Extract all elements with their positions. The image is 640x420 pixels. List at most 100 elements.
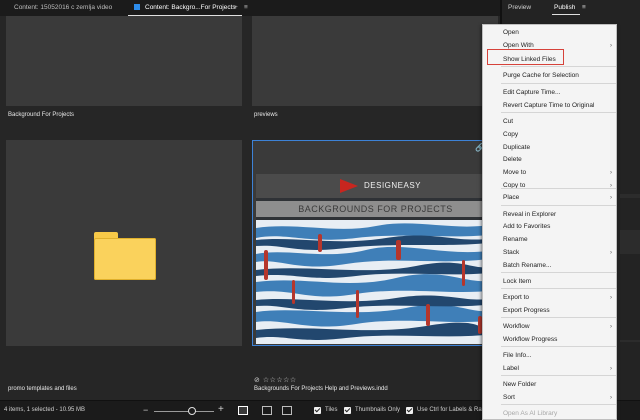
- item-tile-previews[interactable]: [252, 16, 498, 106]
- menu-item-label: Add to Favorites: [503, 223, 551, 230]
- menu-item-copy[interactable]: Copy: [483, 129, 616, 141]
- menu-item-label: Export Progress: [503, 307, 550, 314]
- panel-menu-button[interactable]: ≡: [582, 4, 586, 11]
- menu-separator: [501, 188, 616, 189]
- item-tile-indd-selected[interactable]: 🔗 DESIGNEASY BACKGROUNDS FOR PROJECTS: [252, 140, 498, 346]
- item-tile-background-folder[interactable]: [6, 16, 242, 106]
- menu-item-label: Stack: [503, 249, 520, 256]
- chevron-right-icon: ›: [610, 250, 612, 256]
- chevron-right-icon: ›: [610, 295, 612, 301]
- menu-item-label: Move to: [503, 169, 527, 176]
- menu-item-file-info[interactable]: File Info...: [483, 350, 616, 362]
- tiles-label: Tiles: [325, 407, 338, 413]
- item-tile-promo-folder[interactable]: [6, 140, 242, 346]
- menu-item-export-to[interactable]: Export to ›: [483, 292, 616, 304]
- slider-handle[interactable]: [188, 407, 197, 415]
- menu-item-workflow-progress[interactable]: Workflow Progress: [483, 334, 616, 346]
- thumbnail-logo-text: DESIGNEASY: [364, 181, 422, 190]
- active-tab-indicator: [552, 14, 580, 15]
- thumbnail-size-slider[interactable]: [154, 411, 214, 412]
- menu-item-copy-to[interactable]: Copy to ›: [483, 180, 616, 192]
- menu-item-delete[interactable]: Delete: [483, 154, 616, 166]
- tab-label: Content: 15052016 c zemlja video: [14, 4, 113, 11]
- hamburger-icon: ≡: [582, 4, 586, 11]
- menu-item-label: Open As AI Library: [503, 410, 558, 417]
- menu-item-label: Batch Rename...: [503, 262, 552, 269]
- chevron-right-icon: ›: [610, 170, 612, 176]
- reject-icon[interactable]: ⊘: [254, 377, 260, 384]
- menu-item-edit-capture-time[interactable]: Edit Capture Time...: [483, 87, 616, 99]
- menu-item-label: Lock Item: [503, 278, 532, 285]
- menu-item-lock-item[interactable]: Lock Item: [483, 276, 616, 288]
- menu-item-add-to-favorites[interactable]: Add to Favorites: [483, 221, 616, 233]
- menu-item-new-folder[interactable]: New Folder: [483, 379, 616, 391]
- tab-content-backgrounds[interactable]: Content: Backgro...For Projects: [128, 0, 242, 16]
- menu-item-label: Workflow: [503, 323, 530, 330]
- menu-item-label: Edit Capture Time...: [503, 89, 561, 96]
- menu-item-workflow[interactable]: Workflow ›: [483, 321, 616, 333]
- menu-item-label: Copy: [503, 131, 519, 138]
- thumbnail-artwork: [256, 220, 495, 344]
- tab-preview[interactable]: Preview: [508, 4, 531, 11]
- menu-item-revert-capture-time-to-original[interactable]: Revert Capture Time to Original: [483, 100, 616, 112]
- chevron-right-icon: ›: [610, 324, 612, 330]
- menu-item-move-to[interactable]: Move to ›: [483, 167, 616, 179]
- chevron-right-icon: ›: [610, 366, 612, 372]
- menu-separator: [501, 66, 616, 67]
- panel-divider-bar: [620, 340, 640, 342]
- menu-item-label: Rename: [503, 236, 528, 243]
- menu-item-export-progress[interactable]: Export Progress: [483, 305, 616, 317]
- chevron-right-icon: ›: [610, 183, 612, 189]
- rating-stars[interactable]: ⊘ ☆☆☆☆☆: [254, 376, 297, 384]
- menu-separator: [501, 317, 616, 318]
- item-label: promo templates and files: [8, 386, 77, 392]
- menu-item-duplicate[interactable]: Duplicate: [483, 142, 616, 154]
- menu-separator: [501, 112, 616, 113]
- menu-item-open[interactable]: Open: [483, 27, 616, 39]
- status-summary: 4 items, 1 selected - 10.95 MB: [4, 407, 86, 413]
- star-rating[interactable]: ☆☆☆☆☆: [263, 377, 297, 384]
- menu-item-stack[interactable]: Stack ›: [483, 247, 616, 259]
- menu-item-label: Open With: [503, 42, 534, 49]
- menu-item-rename[interactable]: Rename: [483, 234, 616, 246]
- item-label: previews: [254, 112, 278, 118]
- menu-item-label: Duplicate: [503, 144, 531, 151]
- panel-content-block: [620, 230, 640, 254]
- menu-item-label: Sort: [503, 394, 515, 401]
- details-view-icon[interactable]: [262, 406, 272, 415]
- menu-separator: [501, 83, 616, 84]
- chevron-right-icon: ›: [610, 195, 612, 201]
- item-label: Backgrounds For Projects Help and Previe…: [254, 386, 388, 392]
- grid-view-icon[interactable]: [238, 406, 248, 415]
- menu-item-label: Cut: [503, 118, 514, 125]
- menu-item-sort[interactable]: Sort ›: [483, 392, 616, 404]
- list-view-icon[interactable]: [282, 406, 292, 415]
- menu-item-batch-rename[interactable]: Batch Rename...: [483, 260, 616, 272]
- menu-separator: [501, 272, 616, 273]
- panel-divider-bar: [620, 194, 640, 198]
- menu-item-label: Export to: [503, 294, 530, 301]
- menu-item-label: Place: [503, 194, 520, 201]
- zoom-out-button[interactable]: −: [143, 405, 148, 415]
- ctrl-labels-checkbox[interactable]: [406, 407, 413, 414]
- tab-menu-button[interactable]: ≡: [238, 0, 254, 16]
- chevron-right-icon: ›: [610, 395, 612, 401]
- annotation-highlight-box: [487, 49, 564, 65]
- zoom-in-button[interactable]: +: [218, 404, 224, 415]
- menu-separator: [501, 205, 616, 206]
- tab-publish[interactable]: Publish: [554, 4, 575, 11]
- tab-color-icon: [134, 4, 140, 10]
- ctrl-labels-label: Use Ctrl for Labels & Rati: [417, 407, 485, 413]
- chevron-right-icon: ›: [610, 43, 612, 49]
- menu-item-label[interactable]: Label ›: [483, 363, 616, 375]
- thumbnails-only-checkbox[interactable]: [344, 407, 351, 414]
- menu-separator: [501, 346, 616, 347]
- menu-item-reveal-in-explorer[interactable]: Reveal in Explorer: [483, 209, 616, 221]
- menu-item-cut[interactable]: Cut: [483, 116, 616, 128]
- tab-label: Content: Backgro...For Projects: [145, 4, 236, 11]
- play-logo-icon: [340, 179, 358, 193]
- menu-item-purge-cache-for-selection[interactable]: Purge Cache for Selection: [483, 70, 616, 82]
- tab-content-video[interactable]: Content: 15052016 c zemlja video: [8, 0, 118, 16]
- menu-item-place[interactable]: Place ›: [483, 192, 616, 204]
- tiles-checkbox[interactable]: [314, 407, 321, 414]
